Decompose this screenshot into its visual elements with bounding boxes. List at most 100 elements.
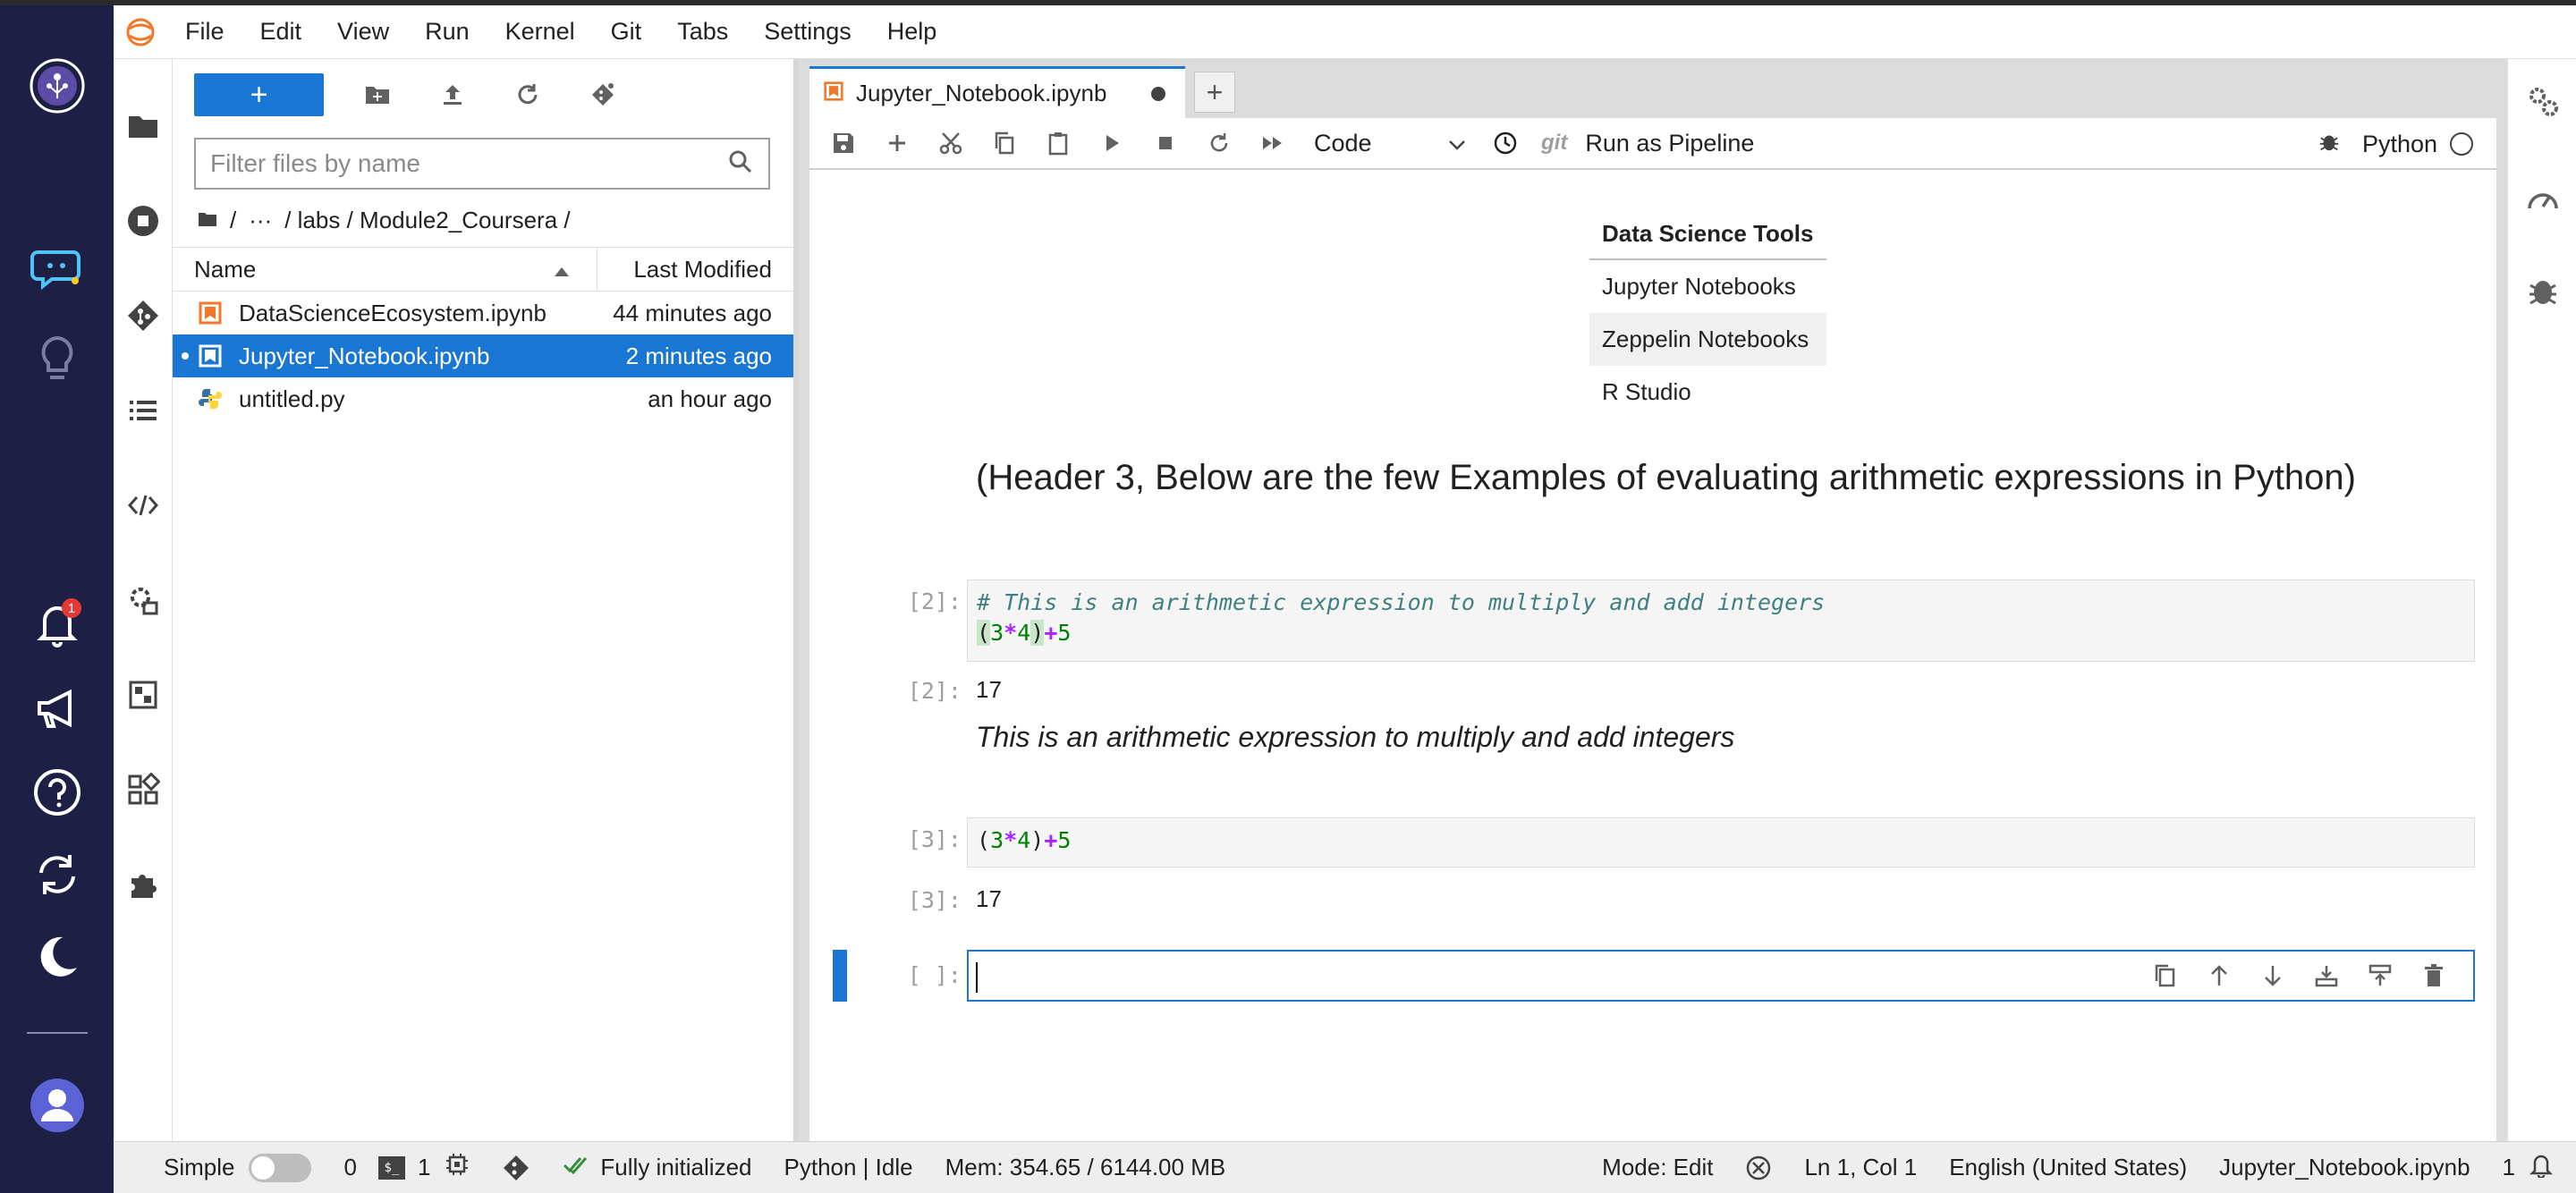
debugger-bug-icon[interactable] [2522, 270, 2563, 311]
dark-mode-moon-icon[interactable] [21, 921, 93, 993]
file-list-header: Name Last Modified [173, 247, 793, 292]
insert-cell-below-icon[interactable] [2353, 952, 2407, 1000]
lightbulb-icon[interactable] [21, 324, 93, 395]
menu-file[interactable]: File [167, 18, 242, 46]
file-row-selected[interactable]: Jupyter_Notebook.ipynb 2 minutes ago [173, 334, 793, 377]
kernel-terminal-counts[interactable]: 0 $_ 1 [343, 1152, 470, 1183]
restart-kernel-icon[interactable] [1192, 120, 1246, 166]
cell-output-prompt: [2]: [907, 678, 962, 704]
extensions-blocks-icon[interactable] [119, 766, 167, 814]
notifications-status[interactable]: 1 [2503, 1151, 2555, 1184]
code-cell[interactable]: # This is an arithmetic expression to mu… [967, 580, 2475, 662]
new-launcher-button[interactable]: + [194, 73, 324, 116]
duplicate-cell-icon[interactable] [2139, 952, 2192, 1000]
toggle-knob [251, 1155, 275, 1180]
copy-icon[interactable] [978, 120, 1031, 166]
git-diff-label[interactable]: git [1541, 131, 1567, 156]
move-down-arrow-icon[interactable] [2246, 952, 2300, 1000]
file-browser-toolbar: + [194, 72, 640, 118]
debugger-bug-icon[interactable] [2318, 130, 2341, 159]
app-logo-icon[interactable] [21, 50, 93, 122]
kernel-status-circle [2450, 132, 2473, 156]
menu-settings[interactable]: Settings [746, 18, 869, 46]
breadcrumb-root[interactable]: / [230, 207, 236, 234]
kernel-name[interactable]: Python [2362, 131, 2437, 158]
run-as-pipeline-button[interactable]: Run as Pipeline [1585, 130, 1754, 157]
code-snippets-icon[interactable] [119, 481, 167, 529]
component-catalog-icon[interactable] [119, 671, 167, 719]
simple-mode-toggle[interactable] [249, 1153, 312, 1182]
menu-edit[interactable]: Edit [242, 18, 320, 46]
ts-shield-icon[interactable] [1745, 1155, 1772, 1181]
menu-kernel[interactable]: Kernel [487, 18, 593, 46]
sync-icon[interactable] [21, 839, 93, 910]
cell-input-prompt: [ ]: [907, 962, 962, 988]
file-modified: 44 minutes ago [613, 299, 772, 326]
new-folder-icon[interactable] [340, 73, 415, 116]
restart-run-all-fast-forward-icon[interactable] [1246, 120, 1300, 166]
breadcrumb-ellipsis[interactable]: ··· [249, 207, 272, 234]
active-code-cell-editor[interactable] [967, 950, 2475, 1002]
search-icon [727, 148, 754, 180]
menu-tabs[interactable]: Tabs [659, 18, 746, 46]
resource-usage-gauge-icon[interactable] [2522, 179, 2563, 220]
column-modified-header[interactable]: Last Modified [597, 256, 793, 283]
tab-notebook[interactable]: Jupyter_Notebook.ipynb [809, 66, 1185, 118]
menu-help[interactable]: Help [869, 18, 955, 46]
notebook-file-icon [198, 300, 223, 326]
help-icon[interactable] [21, 757, 93, 828]
property-inspector-gears-icon[interactable] [2522, 80, 2563, 122]
cut-scissors-icon[interactable] [924, 120, 978, 166]
column-name-header[interactable]: Name [173, 248, 597, 291]
running-kernels-stop-icon[interactable] [119, 197, 167, 245]
runtimes-gear-icon[interactable] [119, 576, 167, 624]
language-status[interactable]: English (United States) [1949, 1154, 2187, 1181]
cursor-position[interactable]: Ln 1, Col 1 [1804, 1154, 1917, 1181]
file-row[interactable]: untitled.py an hour ago [173, 377, 793, 420]
edit-mode-status[interactable]: Mode: Edit [1602, 1154, 1713, 1181]
code-cell[interactable]: (3*4)+5 [967, 817, 2475, 867]
menu-run[interactable]: Run [407, 18, 487, 46]
new-tab-button[interactable]: + [1194, 72, 1235, 113]
kernel-status[interactable]: Python | Idle [784, 1154, 913, 1181]
save-icon[interactable] [817, 120, 870, 166]
file-row[interactable]: DataScienceEcosystem.ipynb 44 minutes ag… [173, 292, 793, 334]
open-indicator-dot [182, 352, 189, 360]
move-up-arrow-icon[interactable] [2192, 952, 2246, 1000]
paste-clipboard-icon[interactable] [1031, 120, 1085, 166]
menu-view[interactable]: View [319, 18, 407, 46]
interrupt-stop-icon[interactable] [1139, 120, 1192, 166]
git-panel-icon[interactable] [119, 292, 167, 340]
upload-icon[interactable] [415, 73, 490, 116]
file-browser-folder-icon[interactable] [119, 102, 167, 150]
megaphone-icon[interactable] [21, 673, 93, 744]
clock-history-icon[interactable] [1479, 120, 1532, 166]
unsaved-changes-dot[interactable] [1151, 86, 1165, 101]
menu-git[interactable]: Git [593, 18, 660, 46]
file-name: untitled.py [239, 385, 345, 412]
git-clone-icon[interactable] [565, 73, 640, 116]
git-status-icon[interactable] [502, 1154, 530, 1182]
insert-cell-plus-icon[interactable] [870, 120, 924, 166]
breadcrumb-path[interactable]: / labs / Module2_Coursera / [284, 207, 570, 234]
delete-cell-trash-icon[interactable] [2407, 952, 2461, 1000]
user-avatar-icon[interactable] [21, 1070, 93, 1141]
breadcrumb-root-folder-icon[interactable] [198, 207, 217, 234]
cell-input-prompt: [2]: [907, 588, 962, 614]
run-cell-play-icon[interactable] [1085, 120, 1139, 166]
terminal-icon: $_ [377, 1155, 405, 1180]
cell-output-prompt: [3]: [907, 887, 962, 913]
chat-assistant-icon[interactable] [21, 231, 93, 302]
kernel-chip-icon [445, 1152, 470, 1183]
cell-output: 17 [976, 676, 1002, 703]
extension-manager-puzzle-icon[interactable] [119, 860, 167, 909]
cell-type-dropdown[interactable]: Code [1314, 123, 1466, 164]
file-filter-input[interactable] [210, 149, 727, 178]
lsp-status[interactable]: Fully initialized [563, 1153, 752, 1182]
refresh-icon[interactable] [490, 73, 565, 116]
table-of-contents-icon[interactable] [119, 386, 167, 435]
kernels-count: 0 [343, 1154, 357, 1180]
insert-cell-above-icon[interactable] [2300, 952, 2353, 1000]
notifications-bell-icon[interactable]: 1 [21, 588, 93, 660]
file-filter-box[interactable] [194, 138, 770, 190]
